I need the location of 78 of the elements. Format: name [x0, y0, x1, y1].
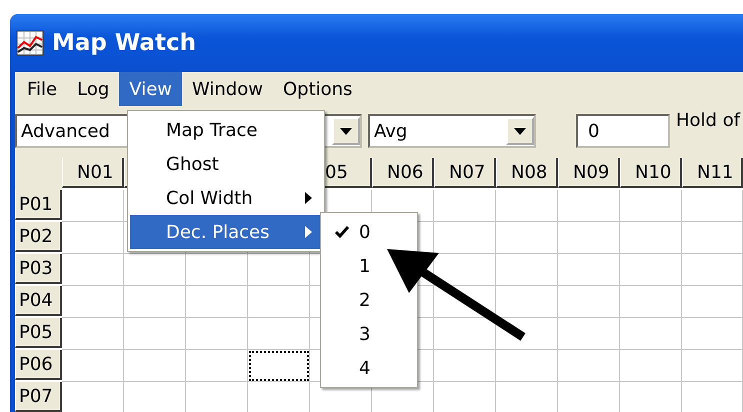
submenu-arrow-icon — [305, 226, 312, 238]
hold-label: Hold of — [676, 110, 740, 131]
grid-cell[interactable] — [558, 350, 620, 382]
grid-cell[interactable] — [62, 190, 124, 222]
grid-cell[interactable] — [434, 350, 496, 382]
submenu-option[interactable]: 2 — [323, 283, 415, 317]
submenu-option[interactable]: 0 — [323, 215, 415, 249]
grid-cell[interactable] — [558, 190, 620, 222]
chart-icon — [16, 30, 44, 56]
menu-option[interactable]: Map Trace — [130, 113, 322, 147]
submenu-option[interactable]: 3 — [323, 317, 415, 351]
caret-icon — [340, 128, 352, 134]
grid-cell[interactable] — [558, 254, 620, 286]
grid-cell[interactable] — [682, 286, 743, 318]
grid-cell[interactable] — [682, 254, 743, 286]
row-header[interactable]: P04 — [15, 286, 62, 316]
menu-item[interactable]: File — [17, 72, 68, 106]
grid-cell[interactable] — [62, 318, 124, 350]
caret-icon — [514, 128, 526, 134]
grid-cell[interactable] — [186, 254, 248, 286]
row-header[interactable]: P05 — [15, 318, 62, 348]
grid-cell[interactable] — [682, 222, 743, 254]
grid-cell[interactable] — [496, 190, 558, 222]
grid-cell[interactable] — [186, 318, 248, 350]
grid-cell[interactable] — [124, 318, 186, 350]
grid-cell[interactable] — [620, 286, 682, 318]
menu-item[interactable]: View — [119, 72, 182, 106]
grid-cell[interactable] — [186, 286, 248, 318]
row-header[interactable]: P07 — [15, 382, 62, 412]
column-header[interactable]: N11 — [682, 158, 743, 188]
window-title: Map Watch — [52, 30, 196, 56]
row-header[interactable]: P01 — [15, 190, 62, 220]
submenu-option[interactable]: 4 — [323, 351, 415, 385]
grid-cell[interactable] — [558, 286, 620, 318]
row-header[interactable]: P03 — [15, 254, 62, 284]
hold-input-field[interactable]: 0 — [576, 114, 670, 148]
grid-cell[interactable] — [496, 318, 558, 350]
grid-cell[interactable] — [124, 350, 186, 382]
grid-cell[interactable] — [682, 318, 743, 350]
menu-item[interactable]: Window — [182, 72, 273, 106]
submenu-arrow-icon — [305, 192, 312, 204]
grid-cell[interactable] — [434, 190, 496, 222]
column-header[interactable]: N10 — [620, 158, 682, 188]
grid-cell[interactable] — [682, 350, 743, 382]
menu-item[interactable]: Log — [67, 72, 120, 106]
grid-cell[interactable] — [620, 254, 682, 286]
grid-cell[interactable] — [248, 318, 310, 350]
grid-cell[interactable] — [620, 350, 682, 382]
grid-cell[interactable] — [558, 222, 620, 254]
column-header[interactable]: N06 — [372, 158, 434, 188]
statistic-dropdown[interactable]: Avg — [368, 114, 536, 148]
grid-cell[interactable] — [558, 318, 620, 350]
grid-cell[interactable] — [620, 190, 682, 222]
grid-cell[interactable] — [248, 254, 310, 286]
row-header[interactable]: P02 — [15, 222, 62, 252]
grid-cell[interactable] — [62, 254, 124, 286]
menu-option[interactable]: Dec. Places — [130, 215, 322, 249]
column-header[interactable]: N01 — [62, 158, 124, 188]
row-header[interactable]: P06 — [15, 350, 62, 380]
grid-cell[interactable] — [186, 350, 248, 382]
grid-cell[interactable] — [620, 222, 682, 254]
grid-cell[interactable] — [620, 318, 682, 350]
grid-cell[interactable] — [124, 286, 186, 318]
grid-cell[interactable] — [496, 222, 558, 254]
grid-cell[interactable] — [496, 350, 558, 382]
grid-cell[interactable] — [248, 286, 310, 318]
column-header[interactable]: N09 — [558, 158, 620, 188]
grid-cell[interactable] — [496, 254, 558, 286]
focused-cell[interactable] — [248, 350, 310, 382]
grid-cell[interactable] — [682, 190, 743, 222]
grid-cell[interactable] — [62, 350, 124, 382]
menu-item[interactable]: Options — [272, 72, 362, 106]
grid-cell[interactable] — [124, 254, 186, 286]
grid-cell[interactable] — [62, 222, 124, 254]
grid-cell[interactable] — [434, 286, 496, 318]
column-header[interactable]: N08 — [496, 158, 558, 188]
column-header[interactable]: N07 — [434, 158, 496, 188]
grid-cell[interactable] — [62, 286, 124, 318]
